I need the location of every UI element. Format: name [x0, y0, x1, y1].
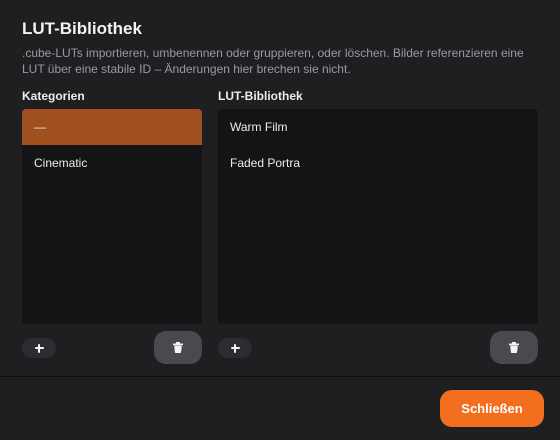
trash-icon — [509, 342, 519, 353]
category-item-uncategorized[interactable]: — — [22, 109, 202, 145]
plus-icon — [230, 343, 240, 353]
categories-list: — Cinematic — [22, 109, 202, 324]
dialog-title: LUT-Bibliothek — [22, 19, 142, 38]
plus-icon — [34, 343, 44, 353]
categories-heading: Kategorien — [22, 89, 85, 103]
add-category-button[interactable] — [22, 338, 56, 358]
add-lut-button[interactable] — [218, 338, 252, 358]
dialog-description: .cube-LUTs importieren, umbenennen oder … — [22, 46, 524, 76]
delete-category-button[interactable] — [154, 331, 202, 364]
lut-item-faded-portra[interactable]: Faded Portra — [218, 145, 538, 181]
lut-item-warm-film[interactable]: Warm Film — [218, 109, 538, 145]
library-heading: LUT-Bibliothek — [218, 89, 303, 103]
close-button[interactable]: Schließen — [440, 390, 544, 427]
trash-icon — [173, 342, 183, 353]
category-item-cinematic[interactable]: Cinematic — [22, 145, 202, 181]
lut-list: Warm Film Faded Portra — [218, 109, 538, 324]
delete-lut-button[interactable] — [490, 331, 538, 364]
